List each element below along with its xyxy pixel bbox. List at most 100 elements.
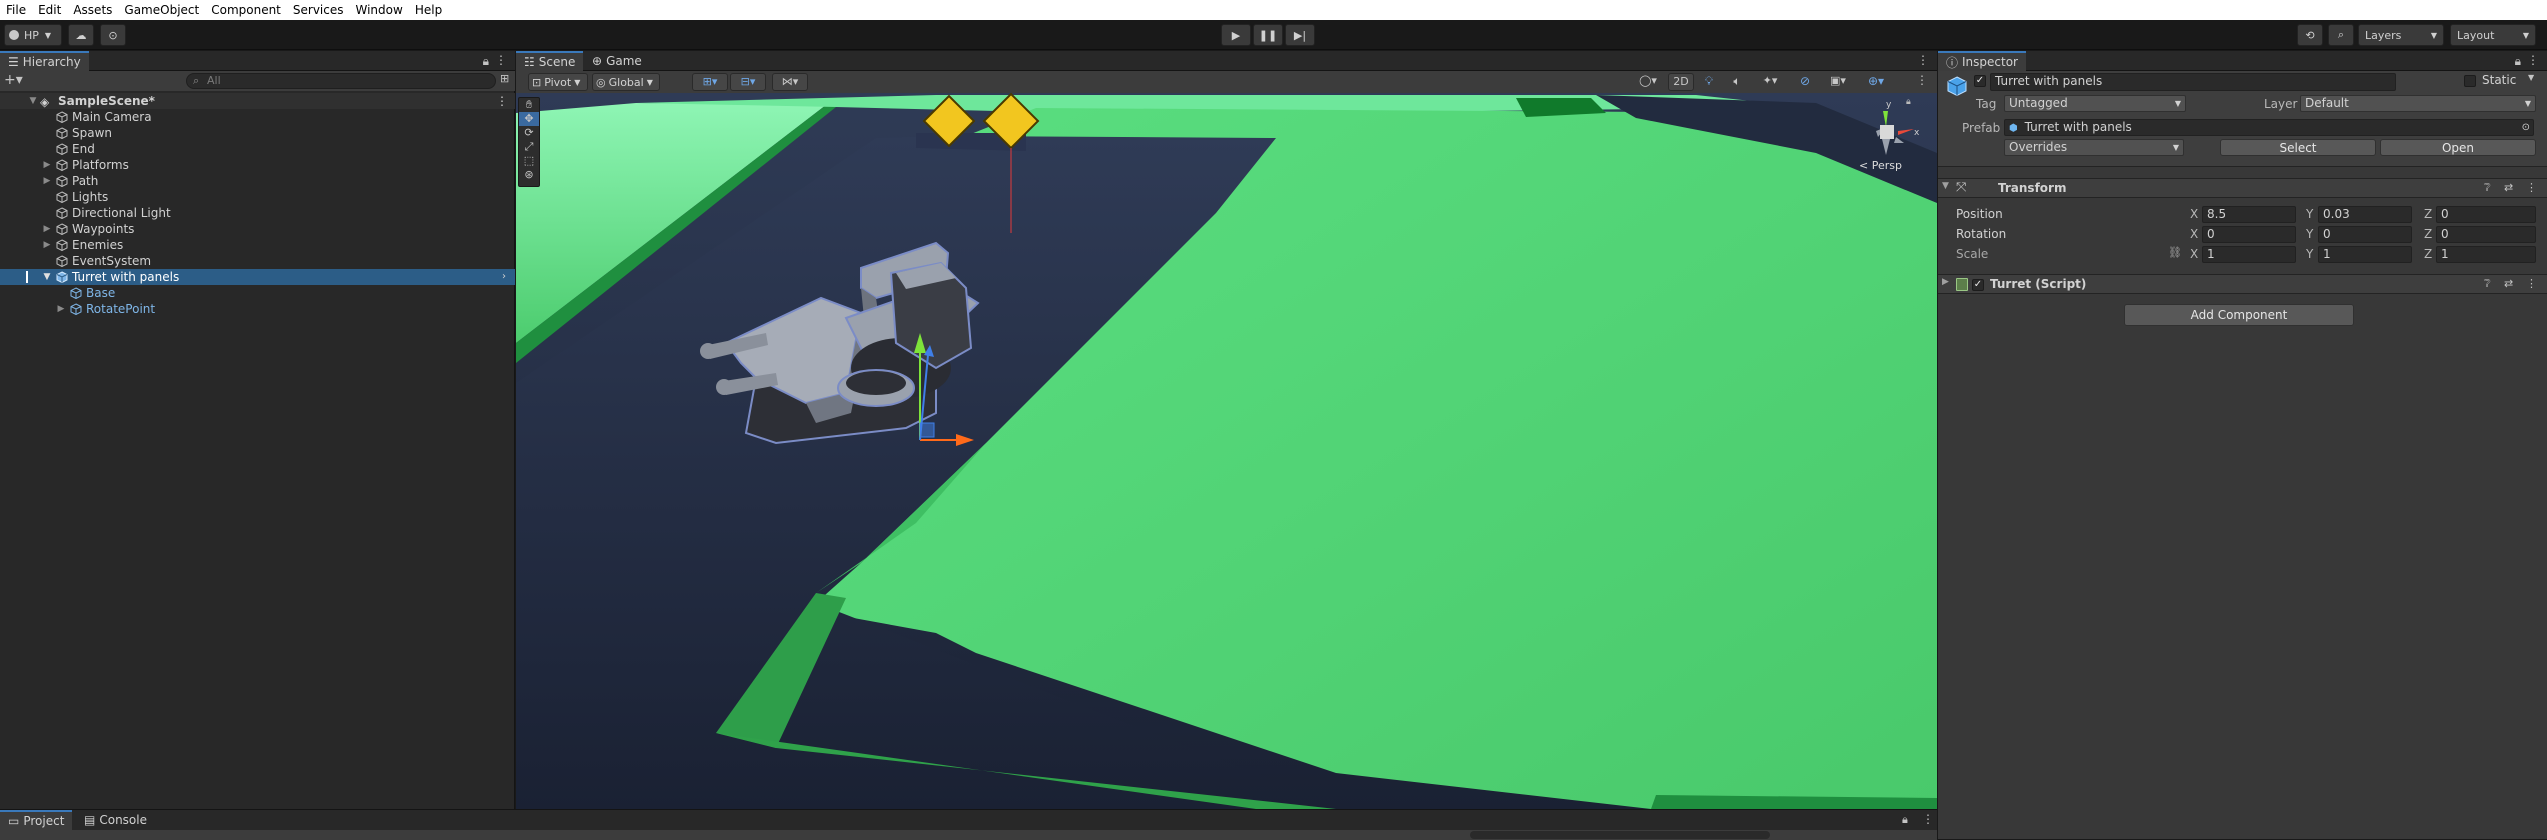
layers-dropdown[interactable]: Layers ▼ [2358,24,2444,46]
lock-icon[interactable]: 🔒︎ [1906,97,1911,107]
audio-toggle-button[interactable]: 🔈︎ [1724,73,1750,91]
turret-script-component-header[interactable]: ▶ ✓ Turret (Script) ❔︎ ⇄ ⋮ [1938,274,2547,294]
hierarchy-item-path[interactable]: ▶ Path [0,173,515,189]
hierarchy-item-lights[interactable]: Lights [0,189,515,205]
scene-viewport[interactable]: ✋︎ ✥ ⟳ ⤢ ⬚ ⊛ y x 🔒︎ < Persp [516,93,1937,809]
script-enabled-checkbox[interactable]: ✓ [1972,279,1984,291]
play-button[interactable]: ▶ [1221,24,1251,46]
global-dropdown[interactable]: ◎ Global ▼ [592,73,660,91]
more-menu-icon[interactable]: ⋮ [1922,812,1934,826]
tab-scene[interactable]: ☷ Scene [516,51,584,71]
search-button[interactable]: ⌕ [2328,24,2354,46]
history-button[interactable]: ⟲ [2297,24,2323,46]
tag-dropdown[interactable]: Untagged ▼ [2004,95,2186,112]
gizmos-button[interactable]: ⊕▾ [1858,73,1894,91]
expand-arrow-icon[interactable]: ▼ [42,269,52,285]
tab-hierarchy[interactable]: ☰ Hierarchy [0,51,89,71]
hierarchy-item-eventsystem[interactable]: EventSystem [0,253,515,269]
help-icon[interactable]: ❔︎ [2484,181,2491,195]
more-menu-icon[interactable]: ⋮ [1916,73,1928,87]
scene-orientation-gizmo[interactable]: y x 🔒︎ [1856,97,1926,157]
scale-tool-button[interactable]: ⤢ [519,140,539,154]
hierarchy-item-turret-with-panels[interactable]: ▼ Turret with panels › [0,269,515,285]
pause-button[interactable]: ❚❚ [1253,24,1283,46]
component-more-icon[interactable]: ⋮ [2526,181,2537,194]
hand-tool-button[interactable]: ✋︎ [519,98,539,112]
menu-window[interactable]: Window [350,3,409,17]
active-checkbox[interactable]: ✓ [1974,75,1986,87]
hierarchy-item-end[interactable]: End [0,141,515,157]
scale-y-field[interactable]: 1 [2318,246,2412,263]
component-more-icon[interactable]: ⋮ [2526,277,2537,290]
layout-dropdown[interactable]: Layout ▼ [2450,24,2536,46]
scene-row[interactable]: ▼ ◈ SampleScene* ⋮ [0,93,515,109]
lighting-toggle-button[interactable]: 💡︎ [1696,73,1722,91]
lock-icon[interactable]: 🔒︎ [2515,54,2521,69]
menu-assets[interactable]: Assets [67,3,118,17]
project-search-input[interactable] [1470,831,1770,839]
grid-visibility-button[interactable]: ⊟▾ [730,73,766,91]
preset-icon[interactable]: ⇄ [2504,277,2513,290]
tab-game[interactable]: ⊕ Game [584,51,650,71]
position-z-field[interactable]: 0 [2436,206,2536,223]
shading-mode-button[interactable]: ◯▾ [1630,73,1666,91]
tab-inspector[interactable]: ⓘ Inspector [1938,51,2026,71]
move-tool-button[interactable]: ✥ [519,112,539,126]
rotation-x-field[interactable]: 0 [2202,226,2296,243]
chevron-down-icon[interactable]: ▼ [2528,73,2534,82]
search-options-icon[interactable]: ⊞ [500,72,509,85]
tab-console[interactable]: ▤ Console [76,810,155,830]
layer-dropdown[interactable]: Default ▼ [2300,95,2536,112]
overrides-dropdown[interactable]: Overrides ▼ [2004,139,2184,156]
rotation-z-field[interactable]: 0 [2436,226,2536,243]
target-picker-icon[interactable]: ⊙ [2522,120,2530,135]
help-icon[interactable]: ❔︎ [2484,277,2491,291]
open-prefab-button[interactable]: Open [2380,139,2536,156]
scene-more-icon[interactable]: ⋮ [496,93,508,109]
camera-settings-button[interactable]: ▣▾ [1820,73,1856,91]
more-menu-icon[interactable]: ⋮ [1917,53,1929,67]
prefab-asset-field[interactable]: ⬢ Turret with panels ⊙ [2004,119,2534,136]
more-menu-icon[interactable]: ⋮ [2527,53,2539,67]
cloud-button[interactable]: ☁ [68,24,94,46]
chevron-right-icon[interactable]: › [502,269,506,285]
expand-arrow-icon[interactable]: ▶ [42,173,52,189]
rotation-y-field[interactable]: 0 [2318,226,2412,243]
menu-component[interactable]: Component [205,3,287,17]
constrain-proportions-link-icon[interactable]: ⛓︎ [2168,246,2182,259]
persp-label[interactable]: < Persp [1859,159,1902,172]
increment-snap-button[interactable]: ⋈▾ [772,73,808,91]
hierarchy-item-directional-light[interactable]: Directional Light [0,205,515,221]
account-dropdown[interactable]: HP ▼ [4,24,62,46]
add-component-button[interactable]: Add Component [2124,304,2354,326]
collapse-arrow-icon[interactable]: ▼ [1942,181,1949,191]
rect-tool-button[interactable]: ⬚ [519,154,539,168]
menu-gameobject[interactable]: GameObject [118,3,205,17]
hierarchy-item-rotatepoint[interactable]: ▶ RotatePoint [0,301,515,317]
more-menu-icon[interactable]: ⋮ [495,53,507,67]
scale-z-field[interactable]: 1 [2436,246,2536,263]
hierarchy-item-platforms[interactable]: ▶ Platforms [0,157,515,173]
hidden-objects-toggle[interactable]: ⊘ [1792,73,1818,91]
expand-arrow-icon[interactable]: ▶ [42,237,52,253]
lock-icon[interactable]: 🔒︎ [1902,813,1908,827]
select-prefab-button[interactable]: Select [2220,139,2376,156]
transform-tool-button[interactable]: ⊛ [519,168,539,182]
hierarchy-item-waypoints[interactable]: ▶ Waypoints [0,221,515,237]
hierarchy-item-main-camera[interactable]: Main Camera [0,109,515,125]
hierarchy-item-spawn[interactable]: Spawn [0,125,515,141]
grid-snap-button[interactable]: ⊞▾ [692,73,728,91]
hierarchy-search-input[interactable]: ⌕ All [186,73,496,89]
add-plus-icon[interactable]: +▾ [4,72,23,88]
expand-arrow-icon[interactable]: ▶ [42,157,52,173]
position-x-field[interactable]: 8.5 [2202,206,2296,223]
tab-project[interactable]: ▭ Project [0,810,73,830]
toggle-2d-button[interactable]: 2D [1668,73,1694,91]
static-checkbox[interactable] [2464,75,2476,87]
preset-icon[interactable]: ⇄ [2504,181,2513,194]
expand-arrow-icon[interactable]: ▶ [42,221,52,237]
position-y-field[interactable]: 0.03 [2318,206,2412,223]
expand-arrow-icon[interactable]: ▼ [28,93,38,109]
menu-edit[interactable]: Edit [32,3,67,17]
menu-help[interactable]: Help [409,3,448,17]
